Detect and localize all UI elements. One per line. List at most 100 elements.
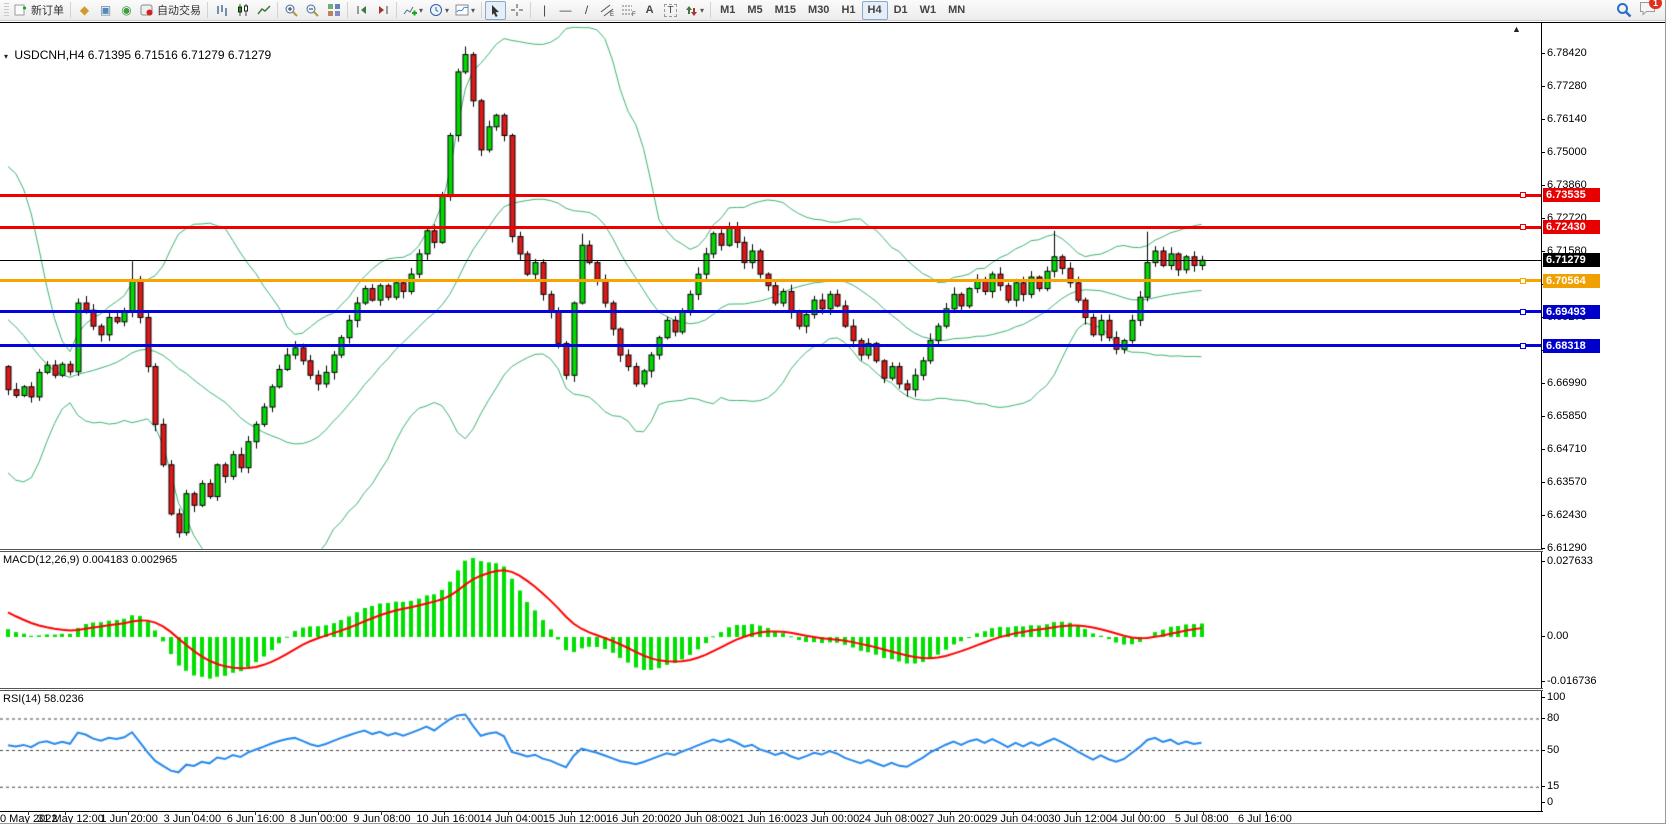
rsi-value: 58.0236 bbox=[44, 693, 84, 705]
price-tag-current-price: 6.71279 bbox=[1543, 253, 1600, 267]
arrows-tool-button[interactable]: ▾ bbox=[681, 1, 707, 20]
price-axis-label: 6.62430 bbox=[1547, 509, 1587, 521]
pane-separator-rsi[interactable] bbox=[0, 688, 1543, 691]
search-button[interactable] bbox=[1613, 1, 1635, 20]
time-axis-tick bbox=[128, 811, 129, 815]
channel-tool-button[interactable]: E bbox=[597, 1, 618, 20]
new-order-label: 新订单 bbox=[31, 2, 64, 18]
candlestick-chart-button[interactable] bbox=[232, 1, 253, 20]
time-axis-label: 6 Jul 16:00 bbox=[1238, 813, 1292, 824]
trendline-tool-button[interactable]: / bbox=[576, 1, 597, 20]
timeframe-m15[interactable]: M15 bbox=[769, 1, 802, 20]
arrow-objects-icon bbox=[684, 4, 698, 17]
hline-resistance-1[interactable] bbox=[0, 194, 1541, 197]
hline-handle-resistance-2[interactable] bbox=[1520, 224, 1526, 230]
zoom-in-button[interactable] bbox=[281, 1, 302, 20]
zoom-in-icon bbox=[284, 3, 299, 18]
indicators-button[interactable]: ▾ bbox=[400, 1, 426, 20]
hline-handle-pivot-orange[interactable] bbox=[1520, 278, 1526, 284]
timeframe-m30[interactable]: M30 bbox=[802, 1, 835, 20]
time-axis-tick bbox=[28, 811, 29, 815]
rsi-axis-label: 0 bbox=[1547, 796, 1553, 808]
zoom-out-icon bbox=[305, 3, 320, 18]
auto-trading-icon bbox=[140, 3, 154, 17]
macd-values: 0.004183 0.002965 bbox=[82, 554, 177, 566]
time-axis-label: 15 Jun 12:00 bbox=[543, 813, 607, 824]
rsi-label: RSI(14) 58.0236 bbox=[3, 693, 84, 705]
timeframe-m5[interactable]: M5 bbox=[741, 1, 768, 20]
hline-support-2[interactable] bbox=[0, 344, 1541, 347]
horizontal-line-tool-button[interactable]: — bbox=[555, 1, 576, 20]
time-axis-label: 20 Jun 08:00 bbox=[669, 813, 733, 824]
timeframe-h4[interactable]: H4 bbox=[862, 1, 888, 20]
bar-chart-button[interactable] bbox=[211, 1, 232, 20]
line-chart-icon bbox=[257, 3, 271, 17]
time-axis-tick bbox=[381, 811, 382, 815]
time-axis-tick bbox=[1203, 811, 1204, 815]
timeframe-w1[interactable]: W1 bbox=[914, 1, 943, 20]
time-axis-label: 31 May 12:00 bbox=[37, 813, 104, 824]
time-axis-tick bbox=[318, 811, 319, 815]
periods-button[interactable]: ▾ bbox=[426, 1, 452, 20]
vertical-line-tool-button[interactable]: | bbox=[534, 1, 555, 20]
timeframe-d1[interactable]: D1 bbox=[888, 1, 914, 20]
chart-shift-button[interactable] bbox=[372, 1, 393, 20]
time-axis-tick bbox=[824, 811, 825, 815]
macd-axis-label: -0.016736 bbox=[1547, 675, 1597, 687]
hline-handle-support-1[interactable] bbox=[1520, 309, 1526, 315]
auto-scroll-button[interactable] bbox=[351, 1, 372, 20]
time-axis-tick bbox=[1266, 811, 1267, 815]
templates-button[interactable]: ▾ bbox=[452, 1, 478, 20]
auto-trading-button[interactable]: 自动交易 bbox=[137, 1, 204, 20]
hline-resistance-2[interactable] bbox=[0, 226, 1541, 229]
macd-label: MACD(12,26,9) 0.004183 0.002965 bbox=[3, 554, 177, 566]
dropdown-caret-icon: ▾ bbox=[419, 6, 423, 15]
crosshair-tool-button[interactable] bbox=[506, 1, 527, 20]
toolbar-grip[interactable] bbox=[4, 3, 9, 17]
cursor-tool-button[interactable] bbox=[485, 1, 506, 20]
price-axis-label: 6.64710 bbox=[1547, 443, 1587, 455]
chart-menu-arrow-icon: ▾ bbox=[4, 52, 8, 61]
time-axis-label: 29 Jun 04:00 bbox=[985, 813, 1049, 824]
timeframe-group: M1M5M15M30H1H4D1W1MN bbox=[714, 1, 971, 20]
rsi-axis-label: 15 bbox=[1547, 780, 1559, 792]
timeframe-h1[interactable]: H1 bbox=[835, 1, 861, 20]
line-chart-button[interactable] bbox=[253, 1, 274, 20]
new-chart-button[interactable]: ◆ bbox=[74, 1, 95, 20]
hline-pivot-orange[interactable] bbox=[0, 279, 1541, 282]
time-axis-tick bbox=[697, 811, 698, 815]
profiles-button[interactable]: ▣ bbox=[95, 1, 116, 20]
svg-text:E: E bbox=[610, 12, 614, 17]
chart-canvas[interactable] bbox=[0, 22, 1666, 824]
price-axis-label: 6.77280 bbox=[1547, 80, 1587, 92]
text-tool-button[interactable]: A bbox=[639, 1, 660, 20]
chart-shift-marker-icon[interactable]: ▲ bbox=[1512, 24, 1521, 34]
zoom-out-button[interactable] bbox=[302, 1, 323, 20]
candlestick-icon bbox=[236, 3, 250, 17]
time-axis-label: 21 Jun 16:00 bbox=[732, 813, 796, 824]
fibonacci-tool-button[interactable]: F bbox=[618, 1, 639, 20]
svg-text:F: F bbox=[632, 12, 636, 17]
fibonacci-icon: F bbox=[621, 3, 636, 17]
templates-icon bbox=[455, 3, 469, 17]
trendline-icon: / bbox=[585, 4, 588, 16]
time-axis-tick bbox=[634, 811, 635, 815]
time-axis-tick bbox=[444, 811, 445, 815]
notifications-button[interactable]: 1 bbox=[1639, 1, 1656, 19]
price-axis-label: 6.78420 bbox=[1547, 47, 1587, 59]
signal-icon: ◉ bbox=[121, 4, 131, 16]
pane-separator-macd[interactable] bbox=[0, 549, 1543, 552]
new-order-icon bbox=[14, 3, 28, 17]
tile-windows-button[interactable] bbox=[323, 1, 344, 20]
timeframe-mn[interactable]: MN bbox=[942, 1, 971, 20]
hline-handle-resistance-1[interactable] bbox=[1520, 192, 1526, 198]
signal-button[interactable]: ◉ bbox=[116, 1, 137, 20]
timeframe-m1[interactable]: M1 bbox=[714, 1, 741, 20]
hline-current-price[interactable] bbox=[0, 260, 1541, 261]
equidistant-channel-icon: E bbox=[600, 3, 615, 17]
auto-scroll-icon bbox=[355, 3, 369, 17]
text-label-tool-button[interactable]: T bbox=[660, 1, 681, 20]
hline-handle-support-2[interactable] bbox=[1520, 343, 1526, 349]
new-order-button[interactable]: 新订单 bbox=[11, 1, 67, 20]
hline-support-1[interactable] bbox=[0, 310, 1541, 313]
